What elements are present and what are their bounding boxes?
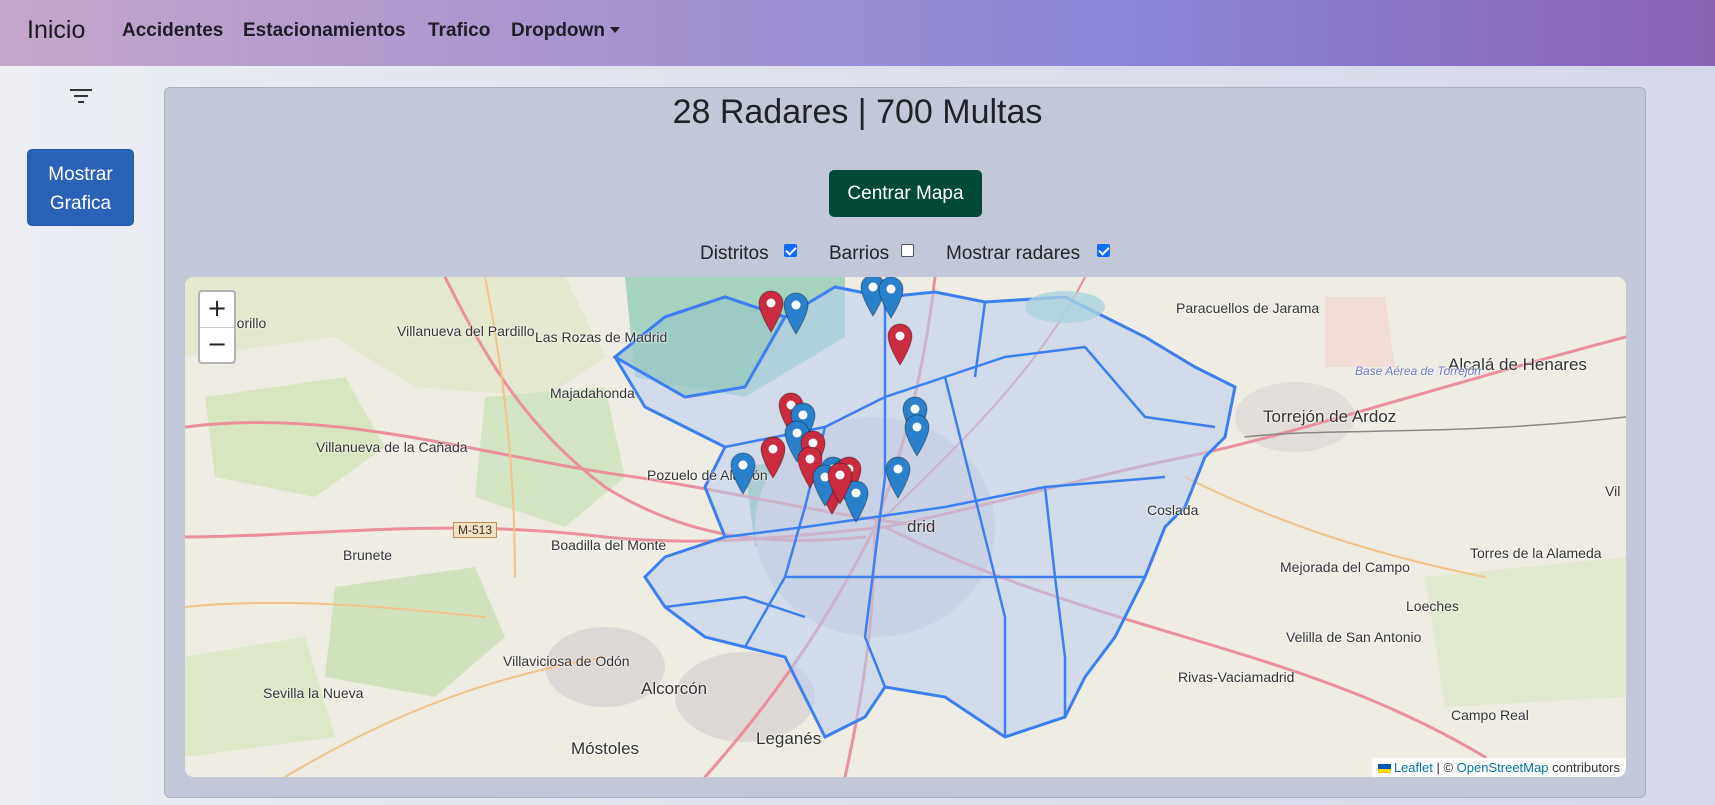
ukraine-flag-icon bbox=[1377, 764, 1391, 773]
toggle-radares-checkbox[interactable] bbox=[1097, 244, 1110, 257]
radar-marker-red[interactable] bbox=[759, 435, 787, 479]
toggle-barrios-checkbox[interactable] bbox=[901, 244, 914, 257]
place-torres-alameda: Torres de la Alameda bbox=[1470, 545, 1602, 561]
place-mejorada: Mejorada del Campo bbox=[1280, 559, 1410, 575]
nav-accidentes[interactable]: Accidentes bbox=[122, 20, 223, 42]
zoom-in-button[interactable]: + bbox=[200, 292, 234, 328]
nav-trafico[interactable]: Trafico bbox=[428, 20, 490, 42]
place-loeches: Loeches bbox=[1406, 598, 1459, 614]
radar-marker-blue[interactable] bbox=[903, 413, 931, 457]
show-chart-line1: Mostrar bbox=[48, 164, 113, 185]
radar-marker-blue[interactable] bbox=[884, 455, 912, 499]
place-velilla: Velilla de San Antonio bbox=[1286, 629, 1422, 645]
place-boadilla: Boadilla del Monte bbox=[551, 537, 667, 553]
road-m513-shield: M-513 bbox=[453, 522, 498, 538]
toggle-barrios-label: Barrios bbox=[829, 243, 890, 264]
place-madrid: drid bbox=[907, 517, 936, 536]
toggle-distritos-checkbox[interactable] bbox=[784, 244, 797, 257]
place-alcorcon: Alcorcón bbox=[641, 679, 708, 698]
attribution-tail: contributors bbox=[1548, 760, 1620, 775]
place-villanueva-pardillo: Villanueva del Pardillo bbox=[397, 323, 535, 339]
zoom-control: + − bbox=[198, 290, 236, 364]
leaflet-link[interactable]: Leaflet bbox=[1394, 760, 1433, 775]
toggle-distritos-label: Distritos bbox=[700, 243, 769, 264]
radar-marker-red[interactable] bbox=[886, 322, 914, 366]
radar-marker-red[interactable] bbox=[757, 289, 785, 333]
place-rivas: Rivas-Vaciamadrid bbox=[1178, 669, 1295, 685]
place-majadahonda: Majadahonda bbox=[550, 385, 635, 401]
show-chart-line2: Grafica bbox=[49, 193, 112, 214]
nav-dropdown[interactable]: Dropdown bbox=[511, 20, 620, 42]
toggle-radares-label: Mostrar radares bbox=[946, 243, 1081, 264]
radar-marker-blue[interactable] bbox=[782, 291, 810, 335]
nav-brand[interactable]: Inicio bbox=[27, 16, 85, 45]
map-pin-icon bbox=[758, 290, 784, 333]
map-pin-icon bbox=[878, 277, 904, 319]
show-chart-button[interactable]: Mostrar Grafica bbox=[27, 149, 134, 226]
place-campo-real: Campo Real bbox=[1451, 707, 1529, 723]
place-torrejon: Torrejón de Ardoz bbox=[1263, 407, 1397, 426]
place-brunete: Brunete bbox=[343, 547, 393, 563]
radar-marker-blue[interactable] bbox=[729, 451, 757, 495]
map-pin-icon bbox=[885, 456, 911, 499]
place-mostoles: Móstoles bbox=[571, 739, 640, 758]
nav-estacionamientos[interactable]: Estacionamientos bbox=[243, 20, 406, 42]
map-pin-icon bbox=[904, 414, 930, 457]
nav-dropdown-label: Dropdown bbox=[511, 20, 605, 41]
place-base-aerea: Base Aérea de Torrejón bbox=[1355, 364, 1481, 378]
place-villaviciosa: Villaviciosa de Odón bbox=[503, 653, 630, 669]
page-title: 28 Radares | 700 Multas bbox=[672, 93, 1043, 131]
map-pin-icon bbox=[783, 292, 809, 335]
map-pin-icon bbox=[827, 462, 853, 505]
place-villanueva-canada: Villanueva de la Cañada bbox=[316, 439, 468, 455]
place-paracuellos: Paracuellos de Jarama bbox=[1176, 300, 1320, 316]
attribution-sep: | © bbox=[1432, 760, 1457, 775]
caret-down-icon bbox=[609, 27, 620, 33]
radar-marker-blue[interactable] bbox=[877, 277, 905, 319]
radar-marker-red[interactable] bbox=[826, 461, 854, 505]
map-container[interactable]: Villanueva del Pardillo Las Rozas de Mad… bbox=[185, 277, 1626, 777]
place-coslada: Coslada bbox=[1147, 502, 1199, 518]
zoom-out-button[interactable]: − bbox=[200, 328, 234, 363]
osm-link[interactable]: OpenStreetMap bbox=[1457, 760, 1549, 775]
place-leganes: Leganés bbox=[756, 729, 822, 748]
place-las-rozas: Las Rozas de Madrid bbox=[535, 329, 668, 345]
map-pin-icon bbox=[730, 452, 756, 495]
map-attribution: Leaflet | © OpenStreetMap contributors bbox=[1371, 758, 1626, 777]
map-pin-icon bbox=[760, 436, 786, 479]
top-navbar: Inicio Accidentes Estacionamientos Trafi… bbox=[0, 0, 1715, 66]
map-pin-icon bbox=[887, 323, 913, 366]
place-vil: Vil bbox=[1605, 483, 1621, 499]
place-sevilla-la-nueva: Sevilla la Nueva bbox=[263, 685, 364, 701]
center-map-button[interactable]: Centrar Mapa bbox=[829, 170, 982, 217]
